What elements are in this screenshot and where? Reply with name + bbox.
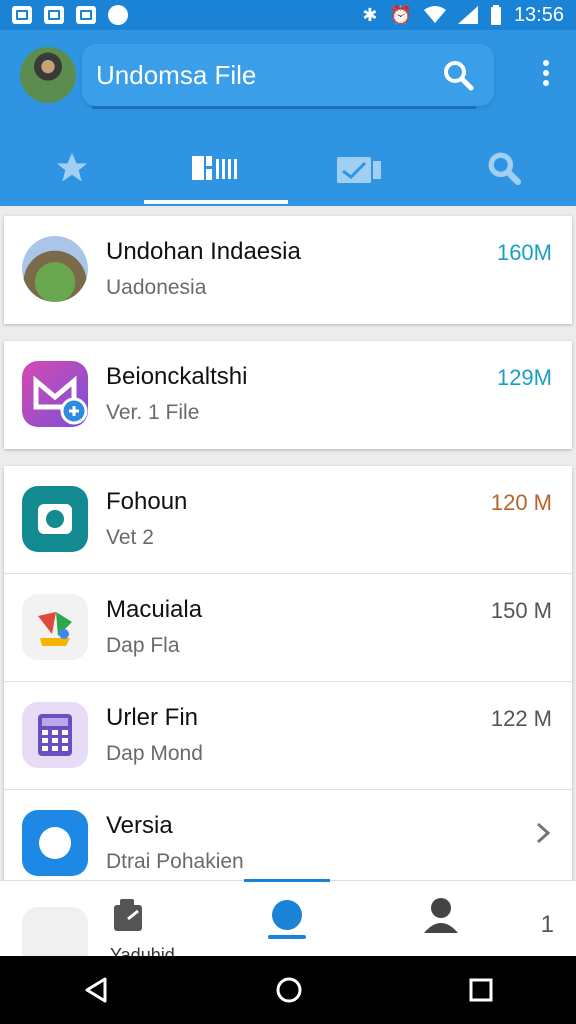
- item-subtitle: Dap Fla: [106, 634, 180, 657]
- signal-icon: [457, 6, 478, 24]
- star-icon: [57, 153, 87, 182]
- calculator-icon: [22, 702, 88, 768]
- clipboard-icon[interactable]: [108, 895, 152, 935]
- system-nav-bar: [0, 956, 576, 1024]
- item-size: 120 M: [490, 490, 552, 515]
- search-bar[interactable]: Undomsa File: [82, 44, 494, 109]
- messenger-icon: [22, 361, 88, 427]
- notification-icon: [12, 6, 32, 24]
- media-icon: [337, 157, 381, 183]
- mail-icon: [44, 6, 64, 24]
- list-item[interactable]: Undohan Indaesia Uadonesia 160M: [4, 216, 572, 324]
- status-bar: ✱ ⏰ 13:56: [0, 0, 576, 30]
- back-icon[interactable]: [83, 977, 109, 1003]
- wifi-icon: [423, 6, 446, 23]
- circle-app-icon: [22, 810, 88, 876]
- list-card: Beionckaltshi Ver. 1 File 129M: [4, 341, 572, 449]
- camera-icon: [22, 486, 88, 552]
- search-underline: [92, 106, 476, 109]
- item-title: Versia: [106, 812, 173, 839]
- tab-search[interactable]: [432, 130, 576, 206]
- search-icon: [488, 152, 521, 185]
- count-label: 1: [540, 911, 554, 938]
- item-title: Fohoun: [106, 488, 188, 515]
- more-options-icon[interactable]: [542, 60, 550, 90]
- item-title: Urler Fin: [106, 704, 199, 731]
- home-icon[interactable]: [275, 976, 303, 1004]
- tab-media[interactable]: [288, 130, 432, 206]
- image-icon: [76, 6, 96, 24]
- recents-icon[interactable]: [469, 978, 493, 1002]
- item-subtitle: Dtrai Pohakien: [106, 850, 244, 873]
- item-size: 160M: [496, 240, 552, 265]
- photo-avatar-icon: [22, 236, 88, 302]
- item-subtitle: Ver. 1 File: [106, 401, 200, 424]
- app-notification-icon: [108, 5, 128, 25]
- tab-files[interactable]: [144, 130, 288, 206]
- item-size: 122 M: [490, 706, 552, 731]
- app-title: Undomsa File: [96, 60, 257, 90]
- grid-list-icon: [192, 156, 237, 180]
- item-subtitle: Uadonesia: [106, 276, 207, 299]
- alarm-icon: ⏰: [389, 5, 412, 25]
- list-item[interactable]: Beionckaltshi Ver. 1 File 129M: [4, 341, 572, 449]
- app-bar: Undomsa File: [0, 30, 576, 206]
- bluetooth-icon: ✱: [362, 5, 378, 25]
- tab-bar: [0, 130, 576, 206]
- nav-indicator: [244, 879, 330, 882]
- colorful-app-icon: [22, 594, 88, 660]
- item-title: Undohan Indaesia: [106, 238, 301, 265]
- clock: 13:56: [513, 3, 564, 26]
- list-item[interactable]: Fohoun Vet 2 120 M: [4, 466, 572, 574]
- avatar[interactable]: [20, 47, 76, 103]
- search-icon[interactable]: [442, 59, 474, 91]
- chat-bubble-icon[interactable]: [264, 895, 310, 941]
- tab-favorites[interactable]: [0, 130, 144, 206]
- list-item[interactable]: Urler Fin Dap Mond 122 M: [4, 682, 572, 790]
- list-card: Fohoun Vet 2 120 M Macuiala Dap Fla 150 …: [4, 466, 572, 898]
- bottom-nav: Yaduhid 1: [0, 879, 576, 973]
- profile-icon[interactable]: [420, 895, 462, 935]
- item-title: Macuiala: [106, 596, 203, 623]
- battery-icon: [490, 5, 501, 25]
- item-size: 129M: [496, 365, 552, 390]
- file-list: Undohan Indaesia Uadonesia 160M Beioncka…: [0, 206, 576, 956]
- item-size: 150 M: [490, 598, 552, 623]
- list-item[interactable]: Macuiala Dap Fla 150 M: [4, 574, 572, 682]
- item-title: Beionckaltshi: [106, 363, 248, 390]
- list-card: Undohan Indaesia Uadonesia 160M: [4, 216, 572, 324]
- chevron-right-icon[interactable]: [536, 822, 550, 844]
- item-subtitle: Vet 2: [106, 526, 154, 549]
- item-subtitle: Dap Mond: [106, 742, 203, 765]
